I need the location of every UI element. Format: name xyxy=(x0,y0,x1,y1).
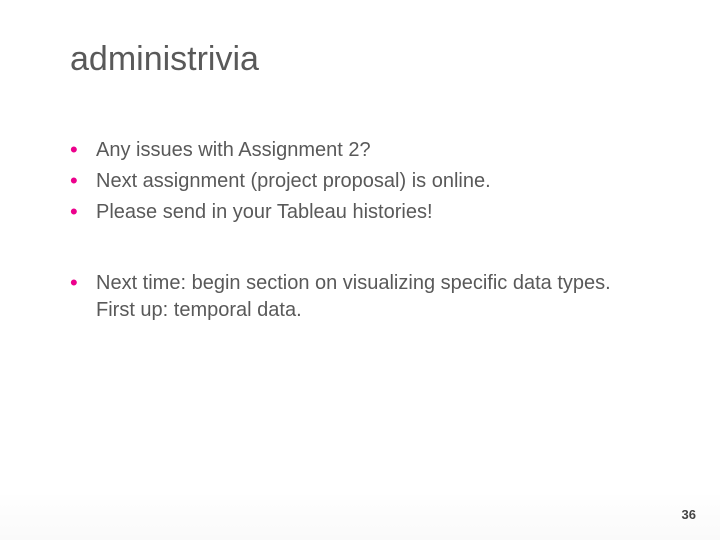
bullet-item: • Next assignment (project proposal) is … xyxy=(70,168,650,195)
bullet-item: • Any issues with Assignment 2? xyxy=(70,137,650,164)
page-number: 36 xyxy=(682,507,696,522)
bullet-dot-icon: • xyxy=(70,168,78,194)
bullet-item: • Please send in your Tableau histories! xyxy=(70,199,650,226)
bullet-dot-icon: • xyxy=(70,270,78,296)
bullet-text: Next time: begin section on visualizing … xyxy=(96,272,611,321)
bullet-dot-icon: • xyxy=(70,137,78,163)
bullet-dot-icon: • xyxy=(70,199,78,225)
bullet-spacer xyxy=(70,230,650,266)
bullet-text: Next assignment (project proposal) is on… xyxy=(96,170,491,192)
footer-texture xyxy=(0,490,720,540)
bullet-item: • Next time: begin section on visualizin… xyxy=(70,270,650,324)
bullet-text: Please send in your Tableau histories! xyxy=(96,201,433,223)
slide-title: administrivia xyxy=(70,40,650,79)
slide: administrivia • Any issues with Assignme… xyxy=(0,0,720,540)
bullet-text: Any issues with Assignment 2? xyxy=(96,139,371,161)
bullet-list: • Any issues with Assignment 2? • Next a… xyxy=(70,137,650,324)
